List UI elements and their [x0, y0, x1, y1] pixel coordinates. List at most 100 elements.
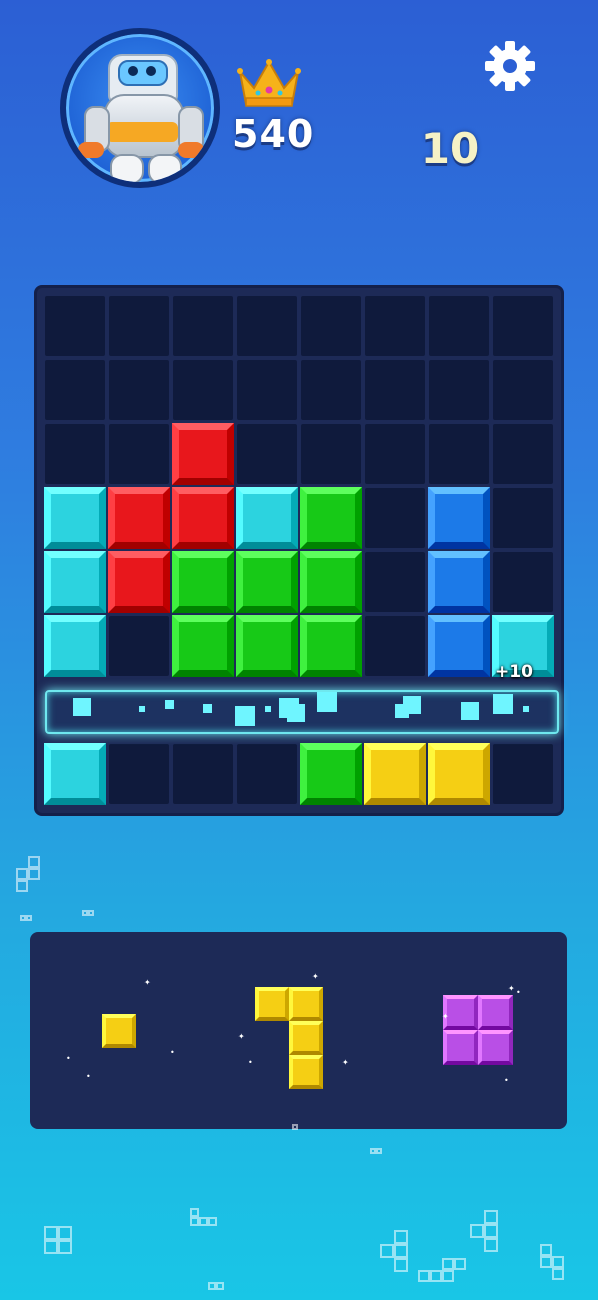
board-cell[interactable]	[45, 424, 105, 484]
background-block	[58, 1240, 72, 1254]
background-block	[190, 1217, 199, 1226]
sparkle-particle	[235, 706, 255, 726]
board-cell[interactable]	[429, 296, 489, 356]
background-block	[418, 1270, 430, 1282]
sparkle-particle	[403, 696, 421, 714]
board-cell[interactable]	[173, 296, 233, 356]
background-block	[552, 1268, 564, 1280]
yellow-block	[102, 1014, 136, 1048]
background-block	[376, 1148, 382, 1154]
yellow-block	[289, 1055, 323, 1089]
yellow-block	[255, 987, 289, 1021]
row-clear-effect	[45, 690, 559, 734]
board-cell[interactable]	[429, 424, 489, 484]
green-block	[300, 487, 362, 549]
board-cell[interactable]	[109, 744, 169, 804]
star-sparkle: ✦	[442, 1012, 449, 1021]
board-cell[interactable]	[109, 616, 169, 676]
background-block	[44, 1240, 58, 1254]
red-block	[172, 487, 234, 549]
background-block	[484, 1224, 498, 1238]
board-cell[interactable]	[493, 296, 553, 356]
robot-visor	[118, 60, 168, 86]
red-block	[172, 423, 234, 485]
sparkle-particle	[287, 704, 305, 722]
board-cell[interactable]	[493, 424, 553, 484]
background-block	[26, 915, 32, 921]
sparkle-particle	[461, 702, 479, 720]
gear-icon[interactable]	[484, 40, 536, 92]
background-block	[470, 1224, 484, 1238]
board-cell[interactable]	[493, 360, 553, 420]
purple-block	[478, 995, 513, 1030]
board-cell[interactable]	[493, 744, 553, 804]
board-cell[interactable]	[45, 296, 105, 356]
robot-hand	[78, 142, 104, 158]
background-block	[394, 1258, 408, 1272]
background-block	[16, 880, 28, 892]
green-block	[300, 551, 362, 613]
board-cell[interactable]	[301, 424, 361, 484]
background-block	[394, 1230, 408, 1244]
piece-tray: ✦ ✦ • • • ✦ • ✦ ✦ ✦ • •	[30, 932, 567, 1129]
green-block	[236, 615, 298, 677]
board-cell[interactable]	[237, 296, 297, 356]
cyan-block	[44, 551, 106, 613]
green-block	[300, 743, 362, 805]
board-cell[interactable]	[237, 360, 297, 420]
board-cell[interactable]	[301, 296, 361, 356]
points-popup: +10	[495, 662, 533, 682]
background-block	[484, 1238, 498, 1252]
background-block	[292, 1124, 298, 1130]
yellow-block	[364, 743, 426, 805]
board-cell[interactable]	[237, 744, 297, 804]
background-block	[552, 1256, 564, 1268]
background-block	[394, 1244, 408, 1258]
background-block	[442, 1270, 454, 1282]
background-block	[208, 1282, 216, 1290]
green-block	[236, 551, 298, 613]
board-cell[interactable]	[173, 360, 233, 420]
board-cell[interactable]	[109, 296, 169, 356]
board-cell[interactable]	[365, 616, 425, 676]
purple-block	[478, 1030, 513, 1065]
blue-block	[428, 487, 490, 549]
board-cell[interactable]	[301, 360, 361, 420]
board-cell[interactable]	[493, 488, 553, 548]
yellow-block	[428, 743, 490, 805]
board-cell[interactable]	[173, 744, 233, 804]
board-cell[interactable]	[365, 488, 425, 548]
background-block	[58, 1226, 72, 1240]
robot-foot	[148, 154, 182, 182]
background-block	[216, 1282, 224, 1290]
board-cell[interactable]	[109, 424, 169, 484]
background-block	[208, 1217, 217, 1226]
cyan-block	[44, 743, 106, 805]
board-cell[interactable]	[493, 552, 553, 612]
game-board[interactable]: +10	[34, 285, 564, 816]
board-cell[interactable]	[365, 552, 425, 612]
board-cell[interactable]	[109, 360, 169, 420]
sparkle-particle	[317, 692, 337, 712]
board-cell[interactable]	[365, 360, 425, 420]
yellow-block	[289, 987, 323, 1021]
robot-foot	[110, 154, 144, 182]
star-sparkle: ✦	[144, 978, 151, 987]
board-cell[interactable]	[365, 424, 425, 484]
board-cell[interactable]	[429, 360, 489, 420]
board-cell[interactable]	[45, 360, 105, 420]
green-block	[172, 551, 234, 613]
board-cell[interactable]	[365, 296, 425, 356]
current-score: 10	[420, 124, 480, 173]
background-block	[28, 856, 40, 868]
robot-belt	[106, 122, 178, 142]
robot-avatar-icon[interactable]	[60, 28, 220, 188]
robot-eye	[128, 66, 138, 76]
board-cell[interactable]	[237, 424, 297, 484]
background-block	[540, 1256, 552, 1268]
best-score: 540	[232, 112, 315, 156]
background-block	[430, 1270, 442, 1282]
background-block	[380, 1244, 394, 1258]
background-block	[28, 868, 40, 880]
green-block	[172, 615, 234, 677]
